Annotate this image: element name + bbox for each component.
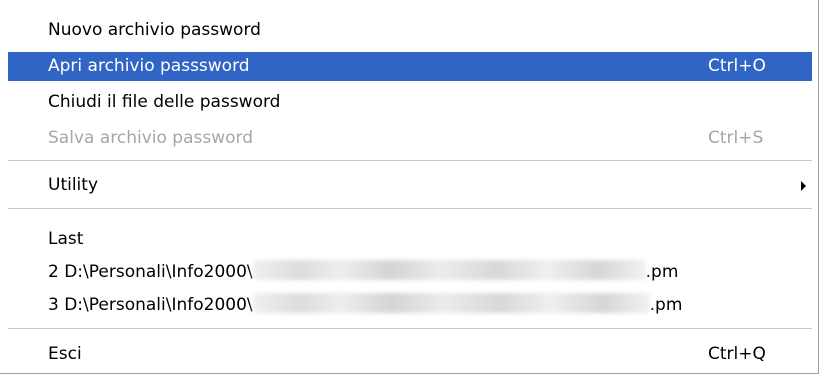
menu-item-recent-2[interactable]: 2 D:\Personali\Info2000\ .pm bbox=[8, 258, 812, 287]
menu-separator bbox=[8, 328, 812, 329]
redacted-path bbox=[252, 260, 646, 280]
menu-item-label: Apri archivio passsword bbox=[48, 56, 250, 76]
menu-item-label: Last bbox=[48, 229, 84, 249]
menu-item-open-archive[interactable]: Apri archivio passsword Ctrl+O bbox=[8, 52, 812, 81]
menu-item-label: 2 D:\Personali\Info2000\ .pm bbox=[48, 258, 678, 287]
menu-item-label: Utility bbox=[48, 175, 99, 195]
menu-item-shortcut: Ctrl+O bbox=[708, 56, 766, 76]
file-menu: Nuovo archivio password Apri archivio pa… bbox=[0, 0, 819, 374]
recent-path-suffix: .pm bbox=[649, 295, 683, 315]
menu-item-shortcut: Ctrl+S bbox=[708, 128, 764, 148]
recent-path-prefix: 3 D:\Personali\Info2000\ bbox=[48, 295, 253, 315]
menu-separator bbox=[8, 208, 812, 209]
menu-item-shortcut: Ctrl+Q bbox=[708, 344, 766, 364]
menu-item-label: 3 D:\Personali\Info2000\ .pm bbox=[48, 291, 682, 320]
menu-item-label: Esci bbox=[48, 344, 82, 364]
menu-item-new-archive[interactable]: Nuovo archivio password bbox=[8, 16, 812, 45]
menu-item-recent-3[interactable]: 3 D:\Personali\Info2000\ .pm bbox=[8, 291, 812, 320]
menu-item-label: Salva archivio password bbox=[48, 128, 253, 148]
menu-item-exit[interactable]: Esci Ctrl+Q bbox=[8, 340, 812, 369]
recent-path-suffix: .pm bbox=[645, 262, 679, 282]
menu-item-save-archive: Salva archivio password Ctrl+S bbox=[8, 124, 812, 153]
submenu-arrow-icon bbox=[801, 181, 806, 191]
menu-item-utility[interactable]: Utility bbox=[8, 171, 812, 200]
menu-item-close-archive[interactable]: Chiudi il file delle password bbox=[8, 88, 812, 117]
menu-item-label: Nuovo archivio password bbox=[48, 20, 261, 40]
recent-path-prefix: 2 D:\Personali\Info2000\ bbox=[48, 262, 253, 282]
menu-item-last: Last bbox=[8, 225, 812, 254]
menu-separator bbox=[8, 160, 812, 161]
redacted-path bbox=[252, 293, 650, 313]
menu-item-label: Chiudi il file delle password bbox=[48, 92, 281, 112]
